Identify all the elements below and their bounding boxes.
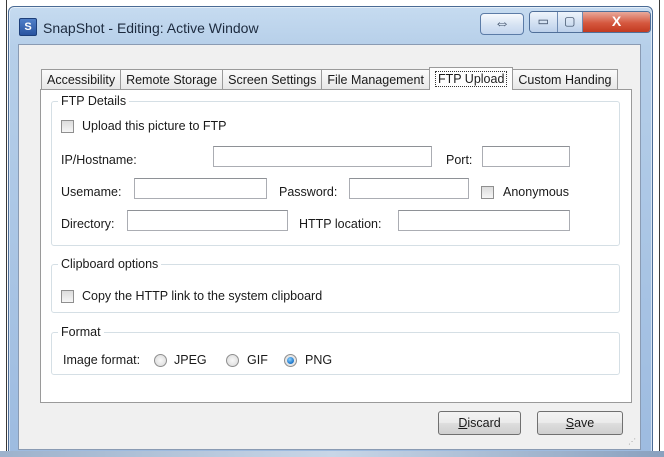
upload-to-ftp-label[interactable]: Upload this picture to FTP [82,119,227,133]
clipboard-options-legend: Clipboard options [61,257,159,271]
anonymous-checkbox[interactable] [481,186,494,199]
save-button[interactable]: Save [537,411,623,435]
port-label: Port: [446,153,473,167]
image-format-label: Image format: [63,353,141,367]
app-icon[interactable]: S [19,18,37,36]
swap-arrows-icon[interactable]: ⇔ [480,13,524,35]
minimize-button[interactable]: ▭ [530,12,558,32]
save-label: ave [574,416,595,430]
radio-gif[interactable] [226,354,239,367]
password-label: Password: [279,185,338,199]
anonymous-label[interactable]: Anonymous [503,185,569,199]
copy-http-link-checkbox[interactable] [61,290,74,303]
radio-jpeg-label[interactable]: JPEG [174,353,207,367]
http-location-input[interactable] [398,210,570,231]
ftp-details-legend: FTP Details [61,94,127,108]
caption-buttons: ▭ ▢ X [529,11,651,33]
maximize-button[interactable]: ▢ [557,12,584,32]
directory-input[interactable] [127,210,288,231]
radio-jpeg[interactable] [154,354,167,367]
resize-grip-icon[interactable]: ⋰ [628,437,638,447]
username-label: Usemame: [61,185,122,199]
directory-label: Directory: [61,217,115,231]
close-button[interactable]: X [583,12,650,32]
ftp-upload-panel: FTP Details Upload this picture to FTP I… [40,89,632,403]
tab-remote-storage[interactable]: Remote Storage [120,69,224,90]
port-input[interactable] [482,146,570,167]
radio-png[interactable] [284,354,297,367]
tab-screen-settings[interactable]: Screen Settings [222,69,323,90]
tab-strip: Accessibility Remote Storage Screen Sett… [41,67,618,90]
radio-gif-label[interactable]: GIF [247,353,268,367]
tab-ftp-upload-label: FTP Upload [434,71,508,87]
http-location-label: HTTP location: [299,217,382,231]
password-input[interactable] [349,178,469,199]
username-input[interactable] [134,178,267,199]
tab-custom-handing[interactable]: Custom Handing [512,69,618,90]
window-title: SnapShot - Editing: Active Window [43,20,259,36]
clipboard-options-group: Clipboard options [51,257,620,313]
tab-accessibility[interactable]: Accessibility [41,69,122,90]
radio-png-label[interactable]: PNG [305,353,332,367]
discard-accel: D [458,416,468,430]
discard-label: iscard [467,416,501,430]
hostname-input[interactable] [213,146,432,167]
tab-file-management[interactable]: File Management [321,69,430,90]
dialog-client-area: Accessibility Remote Storage Screen Sett… [18,44,641,450]
format-group: Format [51,325,620,375]
taskbar-edge [0,451,664,457]
snapshot-window: S SnapShot - Editing: Active Window ⇔ ▭ … [8,6,653,457]
discard-button[interactable]: Discard [438,411,521,435]
format-legend: Format [61,325,101,339]
save-accel: S [565,416,575,430]
hostname-label: IP/Hostname: [61,153,137,167]
copy-http-link-label[interactable]: Copy the HTTP link to the system clipboa… [82,289,322,303]
tab-ftp-upload[interactable]: FTP Upload [428,67,514,90]
upload-to-ftp-checkbox[interactable] [61,120,74,133]
